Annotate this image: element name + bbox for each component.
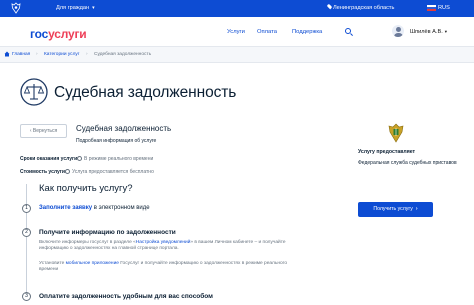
step-2-p2-text: времени <box>39 267 59 273</box>
breadcrumb-current: Судебная задолженность <box>94 52 152 57</box>
how-to-heading: Как получить услугу? <box>39 183 133 194</box>
chevron-right-icon: › <box>415 206 418 212</box>
get-service-button[interactable]: Получить услугу › <box>358 202 433 217</box>
back-button-label: Вернуться <box>32 128 58 134</box>
page-title: Судебная задолженность <box>54 84 237 101</box>
nav-payment[interactable]: Оплата <box>257 29 277 35</box>
step-3-heading: Оплатите задолженность удобным для вас с… <box>39 293 213 300</box>
audience-label: Для граждан <box>56 5 90 11</box>
home-icon[interactable] <box>4 51 10 57</box>
top-bar: Для граждан ▾ Ленинградская область RUS <box>0 0 474 17</box>
term-label: Сроки оказания услуги: <box>20 156 79 162</box>
location-pin-icon <box>326 3 333 10</box>
nav-support[interactable]: Поддержка <box>292 29 322 35</box>
step-2-paragraph-1: Включите информеры госуслуг в разделе «Н… <box>39 240 324 253</box>
russian-flag-icon <box>427 5 436 11</box>
step-2-p1-text: Включите информеры госуслуг в разделе « <box>39 240 136 245</box>
mobile-app-link[interactable]: мобильное приложение <box>66 261 119 266</box>
cost-value: Услуга предоставляется бесплатно <box>72 169 154 175</box>
cost-label: Стоимость услуги: <box>20 169 67 175</box>
user-menu[interactable]: Шпилёв А.В. ▾ <box>410 29 447 35</box>
breadcrumb-separator: › <box>86 52 88 57</box>
breadcrumb-categories[interactable]: Категории услуг <box>44 52 80 57</box>
chevron-down-icon: ▾ <box>92 5 95 11</box>
language-selector[interactable]: RUS <box>438 5 450 11</box>
breadcrumb: Главная › Категории услуг › Судебная зад… <box>0 47 474 63</box>
logo-part-uslugi: услуги <box>48 27 87 41</box>
breadcrumb-separator: › <box>36 52 38 57</box>
location-selector[interactable]: Ленинградская область <box>333 5 394 11</box>
step-2-paragraph-2: Установите мобильное приложение Госуслуг… <box>39 261 324 274</box>
user-name: Шпилёв А.В. <box>410 29 443 35</box>
step-1-text: в электронном виде <box>93 205 150 211</box>
step-number: 3 <box>22 292 31 301</box>
step-number: 1 <box>22 204 31 213</box>
clock-icon <box>77 156 82 161</box>
steps-timeline <box>26 184 27 294</box>
service-details-link[interactable]: Подробная информация об услуге <box>76 138 156 144</box>
nav-services[interactable]: Услуги <box>227 29 245 35</box>
step-1: Заполните заявку в электронном виде <box>39 205 150 211</box>
site-header: госуслуги Услуги Оплата Поддержка Шпилёв… <box>0 17 474 47</box>
step-2-p1-text: информацию о задолженностях на главной с… <box>39 246 179 252</box>
bailiff-service-emblem-icon <box>388 123 404 143</box>
step-2-heading: Получите информацию по задолженности <box>39 229 176 236</box>
step-2-p2-text: Госуслуг и получайте информацию о задолж… <box>118 261 287 266</box>
step-number: 2 <box>22 228 31 237</box>
provider-name: Федеральная служба судебных приставов <box>358 160 457 166</box>
breadcrumb-home[interactable]: Главная <box>12 52 30 57</box>
step-2-p2-text: Установите <box>39 261 66 266</box>
step-2-p1-text: » в вашем Личном кабинете – и получайте <box>190 240 286 245</box>
get-service-label: Получить услугу <box>373 206 413 212</box>
service-title: Судебная задолженность <box>76 124 172 133</box>
search-icon[interactable] <box>345 28 351 34</box>
chevron-down-icon: ▾ <box>444 29 448 34</box>
provider-label: Услугу предоставляет <box>358 149 416 155</box>
audience-selector[interactable]: Для граждан ▾ <box>56 5 95 11</box>
logo-part-gos: гос <box>30 27 49 41</box>
gosuslugi-logo[interactable]: госуслуги <box>30 27 87 41</box>
ruble-icon <box>65 169 70 174</box>
term-value: В режиме реального времени <box>84 156 154 162</box>
notification-settings-link[interactable]: Настройка уведомлений <box>136 240 191 245</box>
coat-of-arms-icon <box>11 2 21 14</box>
avatar[interactable] <box>392 25 404 37</box>
fill-application-link[interactable]: Заполните заявку <box>39 205 92 211</box>
scales-of-justice-icon <box>20 78 48 106</box>
back-button[interactable]: ‹ Вернуться <box>20 124 67 138</box>
